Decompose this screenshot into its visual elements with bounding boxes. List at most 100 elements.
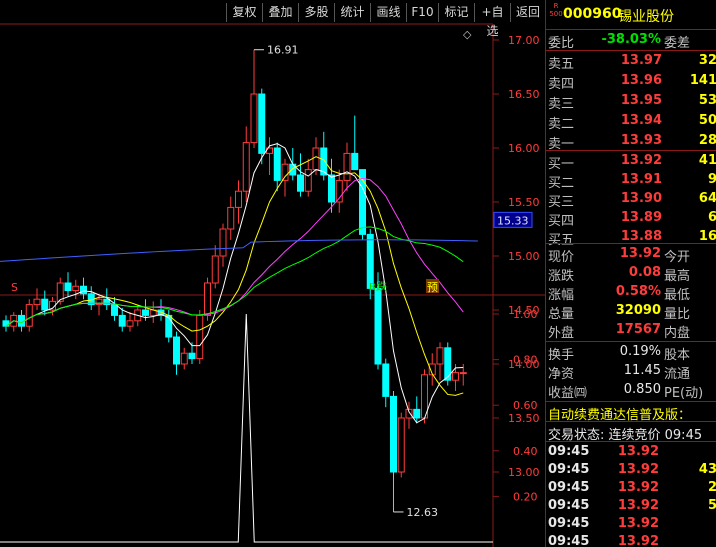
candle-body[interactable] (312, 147, 320, 171)
candle-body[interactable] (459, 372, 467, 375)
tick-time: 09:45 (548, 480, 590, 495)
candle-body[interactable] (304, 169, 312, 192)
bid-price: 13.88 (620, 229, 662, 244)
bid-row: 买二13.919 (546, 170, 716, 191)
fall-marker: 跌 (376, 279, 387, 293)
candle-body[interactable] (452, 372, 459, 381)
draw-line-button[interactable]: 画线 (370, 3, 406, 22)
candle-body[interactable] (180, 352, 188, 365)
ask-row: 卖一 13.93 28 (546, 131, 716, 152)
candle-body[interactable] (227, 206, 235, 230)
stat-value: 0.08 (628, 265, 661, 280)
candle-body[interactable] (2, 320, 10, 327)
indicator-axis-label: 0.80 (513, 354, 538, 367)
candle-body[interactable] (250, 93, 258, 144)
candle-body[interactable] (95, 298, 103, 306)
candle-body[interactable] (25, 304, 33, 327)
candle-body[interactable] (126, 320, 134, 327)
ask-volume: 50 (698, 113, 716, 128)
indicator-axis-label: 0.40 (513, 445, 538, 458)
tick-volume: 5 (708, 498, 716, 513)
candle-body[interactable] (390, 395, 397, 473)
bid-price: 13.89 (620, 210, 662, 225)
tick-price: 13.92 (617, 462, 659, 477)
price-axis-label: 17.00 (508, 34, 540, 47)
candle-body[interactable] (204, 282, 211, 316)
candle-body[interactable] (18, 314, 25, 327)
candle-body[interactable] (142, 309, 149, 316)
candle-body[interactable] (374, 287, 382, 365)
candle-body[interactable] (165, 314, 173, 338)
stat2-row: 换手 0.19% 股本 (546, 342, 716, 363)
candle-body[interactable] (219, 228, 227, 257)
indicator-axis-label: 1.00 (513, 308, 538, 321)
candle-body[interactable] (413, 408, 421, 419)
code-badge-bottom: 500 (549, 10, 563, 18)
stock-name: 锡业股份 (618, 9, 674, 25)
candle-body[interactable] (80, 285, 87, 295)
candle-body[interactable] (281, 163, 289, 181)
overlay-button[interactable]: 叠加 (262, 3, 298, 22)
tick-row: 09:45 13.92 (546, 532, 716, 547)
candle-body[interactable] (328, 174, 335, 203)
tick-time: 09:45 (548, 462, 590, 477)
chart-area[interactable]: 17.0016.5016.0015.5015.0014.5014.0013.50… (0, 0, 545, 547)
multi-stock-button[interactable]: 多股 (298, 3, 334, 22)
candle-body[interactable] (366, 233, 374, 289)
stat2-row: 收益㈣ 0.850 PE(动) (546, 380, 716, 401)
price-axis-label: 16.00 (508, 142, 540, 155)
candle-body[interactable] (72, 285, 80, 292)
moving-average-ma30 (5, 226, 464, 327)
add-watchlist-button[interactable]: +自选 (474, 3, 510, 38)
candle-body[interactable] (258, 93, 266, 154)
promo-banner[interactable]: 自动续费通达信普及版： (546, 402, 716, 423)
candle-body[interactable] (351, 152, 359, 171)
candle-body[interactable] (297, 174, 304, 192)
code-badge: R 500 (549, 2, 563, 18)
stat-row: 总量 32090 量比 (546, 301, 716, 322)
candle-body[interactable] (235, 190, 242, 208)
candle-body[interactable] (343, 152, 351, 181)
candle-body[interactable] (397, 417, 405, 473)
stat2-value: 0.850 (623, 382, 661, 397)
stat-label-2: 内盘 (664, 326, 691, 341)
f10-button[interactable]: F10 (406, 3, 438, 22)
candle-body[interactable] (273, 147, 281, 181)
ask-volume: 53 (698, 93, 716, 108)
candle-body[interactable] (111, 304, 118, 316)
candle-body[interactable] (64, 282, 72, 292)
statistics-button[interactable]: 统计 (334, 3, 370, 22)
candle-body[interactable] (41, 298, 49, 311)
diamond-icon: ◇ (463, 28, 472, 41)
moving-average-ma20 (5, 177, 464, 327)
stat-label: 外盘 (548, 326, 575, 341)
tick-price: 13.92 (617, 444, 659, 459)
tick-volume: 43 (698, 462, 716, 477)
back-button[interactable]: 返回 (510, 3, 545, 22)
stat2-value: 11.45 (623, 363, 661, 378)
weibi-value: -38.03% (601, 32, 661, 47)
stat-value: 17567 (615, 322, 661, 337)
mark-button[interactable]: 标记 (438, 3, 474, 22)
candle-body[interactable] (382, 363, 390, 397)
candle-body[interactable] (33, 298, 41, 306)
candle-body[interactable] (196, 314, 204, 360)
candle-body[interactable] (173, 336, 180, 365)
candle-body[interactable] (211, 255, 219, 284)
stat2-label-2: PE(动) (664, 386, 704, 401)
candle-body[interactable] (188, 352, 196, 360)
candle-body[interactable] (242, 142, 250, 192)
stat-value: 0.58% (615, 284, 661, 299)
quote-panel: R 500 000960 锡业股份 委比 -38.03% 委差 卖五 13.97 3… (545, 0, 716, 547)
stock-code: 000960 (563, 6, 622, 22)
moving-average-ma5 (5, 143, 464, 424)
weibi-row: 委比 -38.03% 委差 (546, 30, 716, 51)
candle-body[interactable] (436, 347, 444, 365)
candle-body[interactable] (444, 347, 452, 381)
high-label: 16.91 (267, 44, 299, 57)
ask-volume: 28 (698, 133, 716, 148)
restore-rights-button[interactable]: 复权 (226, 3, 262, 22)
ask-row: 卖二 13.94 50 (546, 111, 716, 132)
candle-body[interactable] (118, 314, 126, 327)
ask-price: 13.93 (620, 133, 662, 148)
